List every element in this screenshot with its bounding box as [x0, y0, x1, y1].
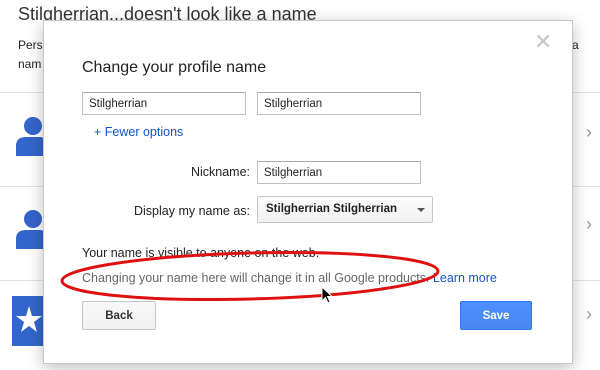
chevron-down-icon	[417, 208, 425, 212]
back-button[interactable]: Back	[82, 301, 156, 330]
visibility-notice: Your name is visible to anyone on the we…	[82, 246, 320, 260]
chevron-right-icon[interactable]: ›	[586, 304, 592, 325]
learn-more-link[interactable]: Learn more	[433, 271, 497, 285]
change-profile-name-dialog: ✕ Change your profile name + Fewer optio…	[43, 20, 573, 364]
person-icon	[16, 117, 46, 156]
chevron-right-icon[interactable]: ›	[586, 122, 592, 143]
person-icon	[16, 210, 46, 249]
display-name-select[interactable]: Stilgherrian Stilgherrian	[257, 196, 433, 223]
background-text-line2: nam	[18, 57, 42, 71]
fewer-options-link[interactable]: + Fewer options	[94, 125, 183, 139]
nickname-input[interactable]	[257, 161, 421, 184]
display-name-label: Display my name as:	[133, 204, 250, 218]
background-text-line1: Pers	[18, 38, 43, 52]
save-button[interactable]: Save	[460, 301, 532, 330]
background-text-line1-right: a	[572, 38, 579, 52]
change-notice: Changing your name here will change it i…	[82, 271, 497, 285]
first-name-input[interactable]	[82, 92, 246, 115]
chevron-right-icon[interactable]: ›	[586, 214, 592, 235]
change-notice-text: Changing your name here will change it i…	[82, 271, 430, 285]
dialog-title: Change your profile name	[82, 59, 267, 76]
mouse-pointer-icon	[321, 286, 333, 304]
close-icon[interactable]: ✕	[534, 31, 552, 53]
last-name-input[interactable]	[257, 92, 421, 115]
nickname-label: Nickname:	[190, 165, 250, 179]
display-name-selected-value: Stilgherrian Stilgherrian	[266, 203, 397, 215]
people-group-icon	[12, 296, 46, 346]
